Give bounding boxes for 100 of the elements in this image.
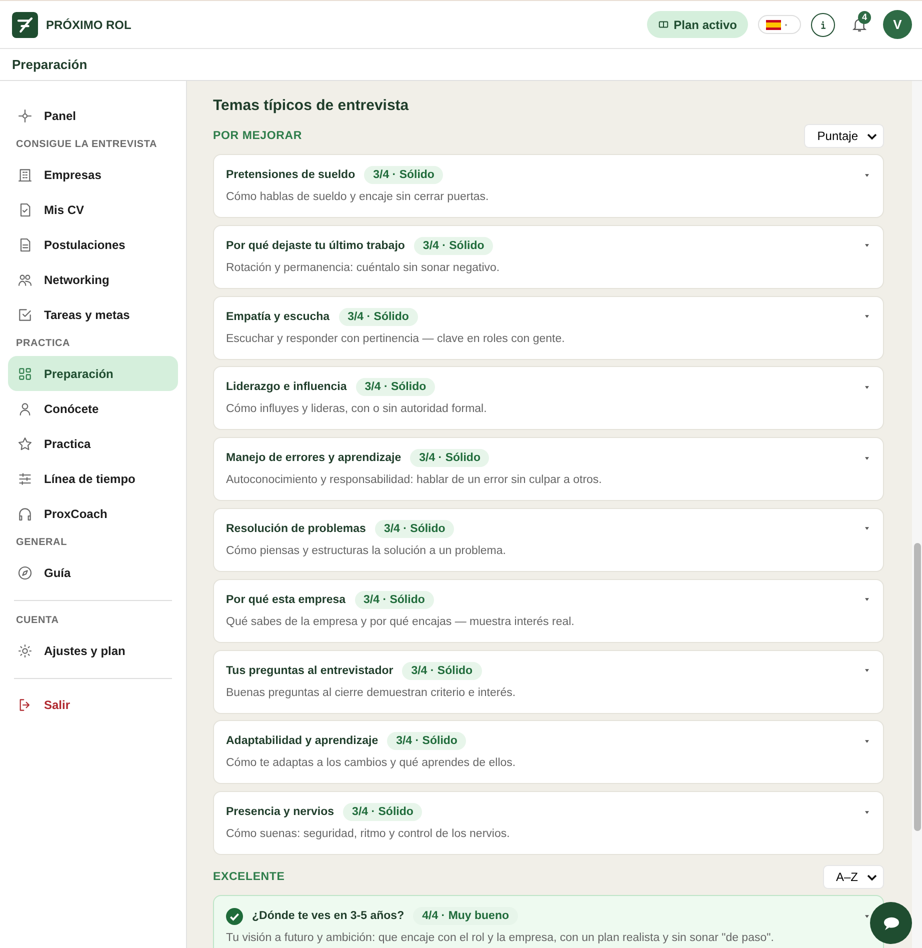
caret-icon [865, 598, 869, 602]
language-selector[interactable] [758, 15, 801, 34]
topic-title: Por qué esta empresa [226, 594, 346, 606]
nav-item[interactable]: Línea de tiempo [8, 461, 178, 496]
building-icon [17, 166, 33, 182]
topic-description: Cómo te adaptas a los cambios y qué aprendes de ellos. [226, 757, 517, 770]
nav-item[interactable]: Conócete [8, 391, 178, 426]
caret-icon [865, 527, 869, 530]
headphones-icon [17, 506, 33, 522]
sun-icon [17, 642, 33, 658]
topic-description: Tu visión a futuro y ambición: que encaje con el rol y la empresa, con un plan realista y sin sonar "de paso". [226, 932, 775, 944]
nav-item[interactable]: Practica [8, 426, 178, 461]
score-badge: 3/4 · Sólido [374, 520, 454, 538]
scrollbar-thumb[interactable] [914, 543, 921, 831]
topic-card[interactable]: ¿Dónde te ves en 3-5 años? 4/4 · Muy bueno Tu visión a futuro y ambición: que encaje con el rol y la empresa, con un plan realista y sin sonar "de paso". [213, 895, 884, 948]
topic-description: Cómo hablas de sueldo y encaje sin cerrar puertas. [226, 191, 490, 203]
info-button[interactable] [811, 12, 835, 36]
topic-card[interactable]: Por qué esta empresa 3/4 · Sólido Qué sabes de la empresa y por qué encajas — muestra interés real. [213, 578, 884, 643]
score-badge: 3/4 · Sólido [354, 590, 434, 609]
topic-title: Tus preguntas al entrevistador [226, 664, 394, 677]
caret-icon [865, 914, 869, 918]
caret-icon [865, 740, 869, 743]
book-icon [658, 19, 669, 30]
nav-item[interactable]: Networking [8, 262, 178, 297]
topic-title: ¿Dónde te ves en 3-5 años? [252, 910, 404, 922]
topic-title: Empatía y escucha [226, 310, 330, 323]
flag-icon [766, 20, 781, 30]
grid-icon [17, 366, 33, 382]
nav-item[interactable]: Guía [8, 555, 178, 590]
nav-item[interactable]: Empresas [8, 157, 178, 192]
score-badge: 3/4 · Sólido [356, 378, 436, 396]
topic-description: Escuchar y responder con pertinencia — clave en roles con gente. [226, 332, 566, 345]
star-icon [17, 436, 33, 452]
topic-description: Buenas preguntas al cierre demuestran criterio e interés. [226, 686, 517, 699]
topic-description: Cómo influyes y lideras, con o sin autoridad formal. [226, 403, 488, 416]
nav-item[interactable]: Salir [8, 687, 178, 722]
check-circle-icon [226, 908, 243, 925]
speech-bubble-icon [882, 916, 900, 930]
topic-card[interactable]: Resolución de problemas 3/4 · Sólido Cómo piensas y estructuras la solución a un problema. [213, 508, 884, 572]
sort-dropdown[interactable]: Puntaje [804, 124, 884, 148]
topic-title: Manejo de errores y aprendizaje [226, 452, 402, 464]
avatar[interactable]: V [883, 10, 912, 39]
caret-icon [865, 244, 869, 248]
topic-title: Presencia y nervios [226, 806, 334, 818]
topic-title: Resolución de problemas [226, 522, 366, 535]
section-heading: CONSIGUE LA ENTREVISTA [15, 138, 158, 152]
topic-description: Cómo suenas: seguridad, ritmo y control de los nervios. [226, 828, 511, 840]
topic-description: Qué sabes de la empresa y por qué encajas — muestra interés real. [226, 616, 576, 628]
notification-count: 4 [858, 10, 871, 24]
topic-description: Autoconocimiento y responsabilidad: hablar de un error sin culpar a otros. [226, 474, 603, 486]
topic-title: Adaptabilidad y aprendizaje [226, 735, 378, 748]
notifications-button[interactable]: 4 [845, 10, 873, 38]
score-badge: 3/4 · Sólido [410, 449, 490, 468]
chevron-down-icon [867, 874, 877, 881]
caret-icon [865, 315, 869, 318]
score-badge: 3/4 · Sólido [338, 308, 418, 326]
score-badge: 3/4 · Sólido [364, 166, 444, 184]
section-heading: CUENTA [15, 614, 60, 628]
checkbox-icon [17, 306, 33, 322]
topic-card[interactable]: Liderazgo e influencia 3/4 · Sólido Cómo influyes y lideras, con o sin autoridad formal. [213, 366, 884, 430]
nav-item[interactable]: Preparación [8, 356, 178, 391]
topic-description: Cómo piensas y estructuras la solución a un problema. [226, 544, 507, 557]
score-badge: 3/4 · Sólido [402, 662, 482, 680]
nav-item[interactable]: Postulaciones [8, 227, 178, 262]
person-icon [17, 400, 33, 416]
compass-icon [17, 564, 33, 580]
brand-name: PRÓXIMO ROL [46, 18, 132, 32]
group-heading: POR MEJORAR [213, 130, 302, 142]
caret-icon [865, 669, 869, 672]
nav-item[interactable]: Ajustes y plan [8, 633, 178, 668]
topic-card[interactable]: Empatía y escucha 3/4 · Sólido Escuchar y responder con pertinencia — clave en roles con gente. [213, 296, 884, 360]
caret-icon [865, 456, 869, 460]
nav-item[interactable]: Tareas y metas [8, 297, 178, 332]
logo-icon [12, 12, 38, 38]
nav-item[interactable]: Mis CV [8, 192, 178, 227]
topic-title: Pretensiones de sueldo [226, 169, 356, 181]
caret-icon [865, 386, 869, 389]
topic-title: Liderazgo e influencia [226, 381, 347, 394]
section-heading: GENERAL [15, 536, 68, 550]
score-badge: 3/4 · Sólido [414, 236, 494, 255]
section-heading: PRACTICA [15, 337, 72, 351]
topic-card[interactable]: Tus preguntas al entrevistador 3/4 · Sólido Buenas preguntas al cierre demuestran criterio e interés. [213, 650, 884, 714]
topic-card[interactable]: Presencia y nervios 3/4 · Sólido Cómo suenas: seguridad, ritmo y control de los nervios. [213, 791, 884, 856]
topic-card[interactable]: Por qué dejaste tu último trabajo 3/4 · Sólido Rotación y permanencia: cuéntalo sin sonar negativo. [213, 224, 884, 289]
nav-item[interactable]: ProxCoach [8, 496, 178, 531]
topic-card[interactable]: Pretensiones de sueldo 3/4 · Sólido Cómo hablas de sueldo y encaje sin cerrar puertas. [213, 154, 884, 218]
plan-button[interactable]: Plan activo [646, 11, 748, 38]
nav-item[interactable]: Panel [8, 98, 178, 133]
topic-card[interactable]: Manejo de errores y aprendizaje 3/4 · Sólido Autoconocimiento y responsabilidad: hablar de un error sin culpar a otros. [213, 437, 884, 502]
topic-title: Por qué dejaste tu último trabajo [226, 240, 405, 252]
score-badge: 4/4 · Muy bueno [413, 907, 518, 926]
crosshair-icon [17, 108, 33, 124]
section-title: Temas típicos de entrevista [213, 97, 410, 114]
topic-card[interactable]: Adaptabilidad y aprendizaje 3/4 · Sólido Cómo te adaptas a los cambios y qué aprendes de ellos. [213, 720, 884, 784]
topic-description: Rotación y permanencia: cuéntalo sin sonar negativo. [226, 262, 501, 274]
chevron-down-icon [867, 132, 877, 140]
sort-dropdown[interactable]: A–Z [822, 865, 884, 890]
caret-icon [865, 810, 869, 814]
page-title: Preparación [12, 57, 88, 72]
sliders-icon [17, 470, 33, 486]
